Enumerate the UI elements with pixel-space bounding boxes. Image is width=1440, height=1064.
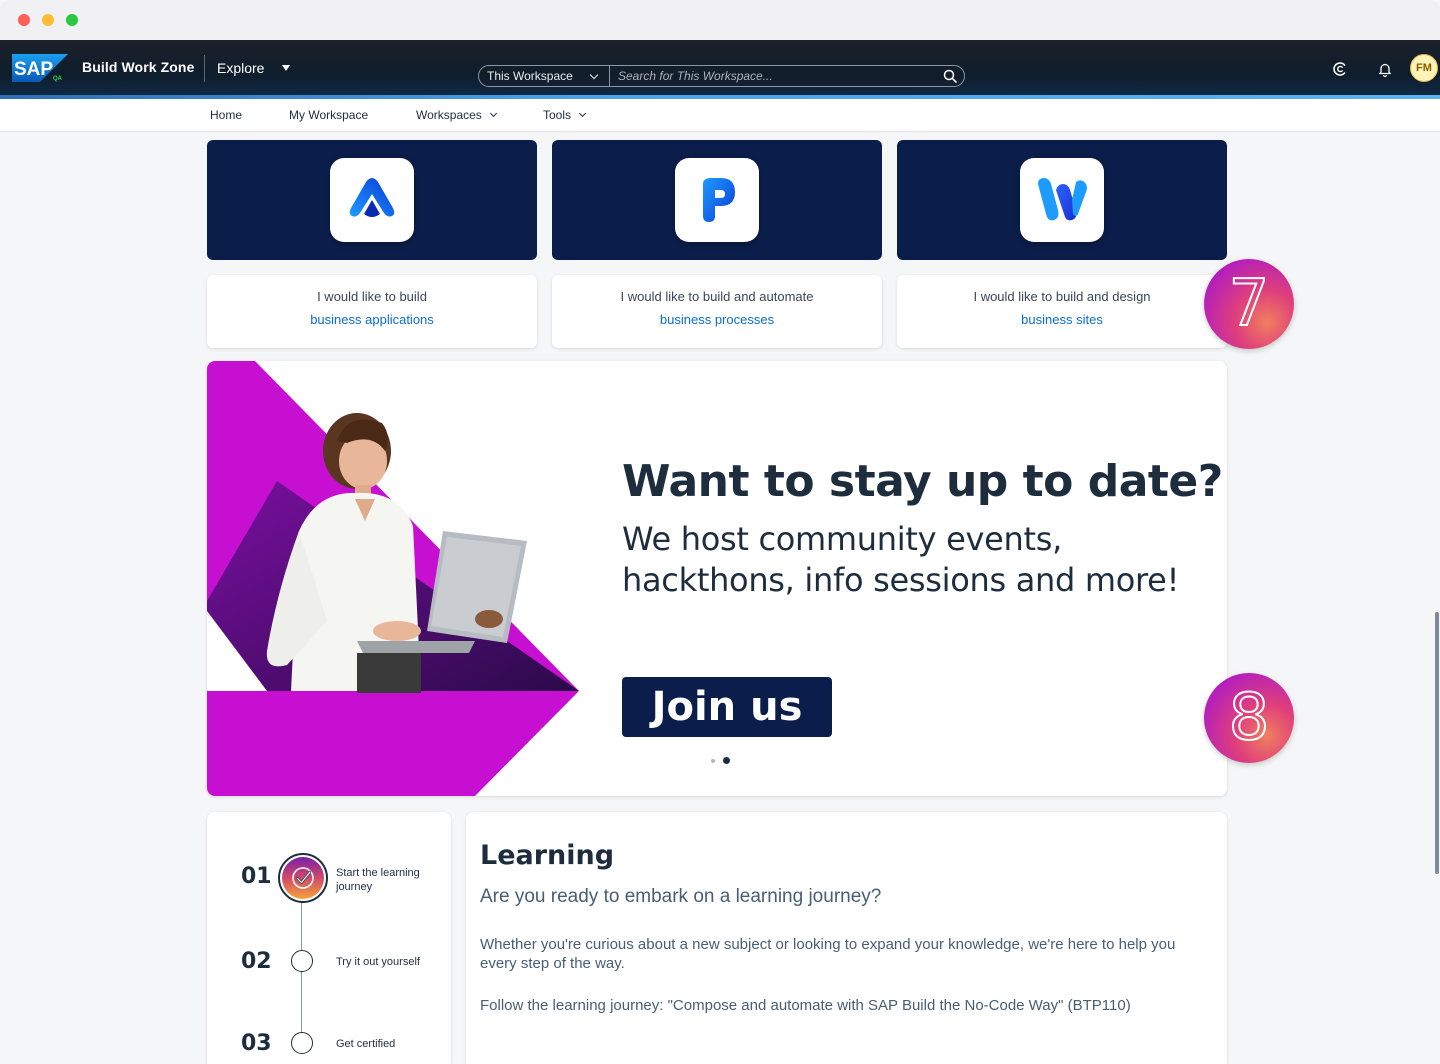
join-us-button[interactable]: Join us [622,677,832,737]
sap-build-work-zone-icon [1020,158,1104,242]
step-pending-indicator [291,1032,313,1054]
woman-with-laptop-illustration [207,361,579,796]
carousel-pagination [711,757,730,764]
svg-text:QA: QA [53,76,63,82]
search-bar: This Workspace [478,65,965,87]
caret-down-icon [282,65,291,71]
joule-icon [1333,62,1346,76]
explore-label: Explore [217,60,265,76]
step-badge-8: 8 [1204,673,1294,763]
step-label: Start the learning journey [336,867,420,893]
build-apps-description-card[interactable]: I would like to build business applicati… [207,275,537,348]
chevron-down-icon [489,109,497,118]
nav-item-label: Tools [543,108,572,122]
step-number: 01 [241,864,272,889]
step-badge-7: 7 [1204,259,1294,349]
svg-text:SAP: SAP [14,59,53,80]
sap-build-process-automation-icon [675,158,759,242]
banner-title: Want to stay up to date? [622,456,1223,507]
learning-lead: Are you ready to embark on a learning jo… [480,886,882,907]
sap-build-apps-icon [330,158,414,242]
learning-journey-steps: 01 Start the learning journey 02 Try it … [207,812,451,1064]
step-number: 02 [241,949,272,974]
page-scrollbar[interactable] [1435,612,1439,874]
nav-item-label: Workspaces [416,108,482,122]
business-sites-link[interactable]: business sites [897,312,1227,327]
checkmark-icon [292,867,314,889]
search-icon [943,69,957,83]
search-input[interactable] [610,69,936,83]
explore-menu-button[interactable]: Explore [217,60,291,76]
zoom-window-button[interactable] [66,14,78,26]
journey-connector-line [301,902,302,1042]
build-process-automation-description-card[interactable]: I would like to build and automate busin… [552,275,882,348]
carousel-page-dot[interactable] [711,758,715,763]
nav-item-tools[interactable]: Tools [543,108,587,122]
top-navigation: Home My Workspace Workspaces Tools [0,99,1440,132]
tile-intro-text: I would like to build [317,289,427,304]
build-work-zone-tile[interactable] [897,140,1227,260]
minimize-window-button[interactable] [42,14,54,26]
close-window-button[interactable] [18,14,30,26]
shell-separator [204,55,205,82]
chevron-down-icon [578,109,587,118]
carousel-page-dot-active[interactable] [723,757,730,764]
nav-item-my-workspace[interactable]: My Workspace [289,108,368,122]
user-avatar[interactable]: FM [1410,54,1438,82]
search-scope-select[interactable]: This Workspace [479,66,610,86]
learning-card: Learning Are you ready to embark on a le… [466,812,1227,1064]
product-name: Build Work Zone [82,59,195,75]
build-apps-tile[interactable] [207,140,537,260]
step-number: 03 [241,1031,272,1056]
build-work-zone-description-card[interactable]: I would like to build and design busines… [897,275,1227,348]
banner-subtitle: We host community events, hackthons, inf… [622,520,1180,599]
nav-item-label: Home [210,108,243,122]
sap-logo[interactable]: SAP QA [12,54,68,82]
learning-title: Learning [480,840,615,871]
search-scope-label: This Workspace [487,69,573,83]
tile-intro-text: I would like to build and design [973,289,1151,304]
business-applications-link[interactable]: business applications [207,312,537,327]
notifications-button[interactable] [1375,59,1395,79]
step-label: Try it out yourself [336,956,420,968]
window-titlebar [0,0,1440,40]
events-banner-carousel: Want to stay up to date? We host communi… [207,361,1227,796]
learning-journey-link[interactable]: Follow the learning journey: "Compose an… [480,997,1215,1014]
step-label: Get certified [336,1038,396,1050]
learning-body: Whether you're curious about a new subje… [480,936,1176,972]
joule-button[interactable] [1330,59,1350,79]
tile-intro-text: I would like to build and automate [620,289,814,304]
step-completed-indicator [278,853,328,903]
nav-item-label: My Workspace [289,108,369,122]
nav-item-home[interactable]: Home [210,108,242,122]
nav-item-workspaces[interactable]: Workspaces [416,108,497,122]
build-process-automation-tile[interactable] [552,140,882,260]
chevron-down-icon [589,70,599,80]
bell-icon [1379,63,1391,77]
business-processes-link[interactable]: business processes [552,312,882,327]
step-pending-indicator [291,950,313,972]
search-button[interactable] [936,66,964,86]
